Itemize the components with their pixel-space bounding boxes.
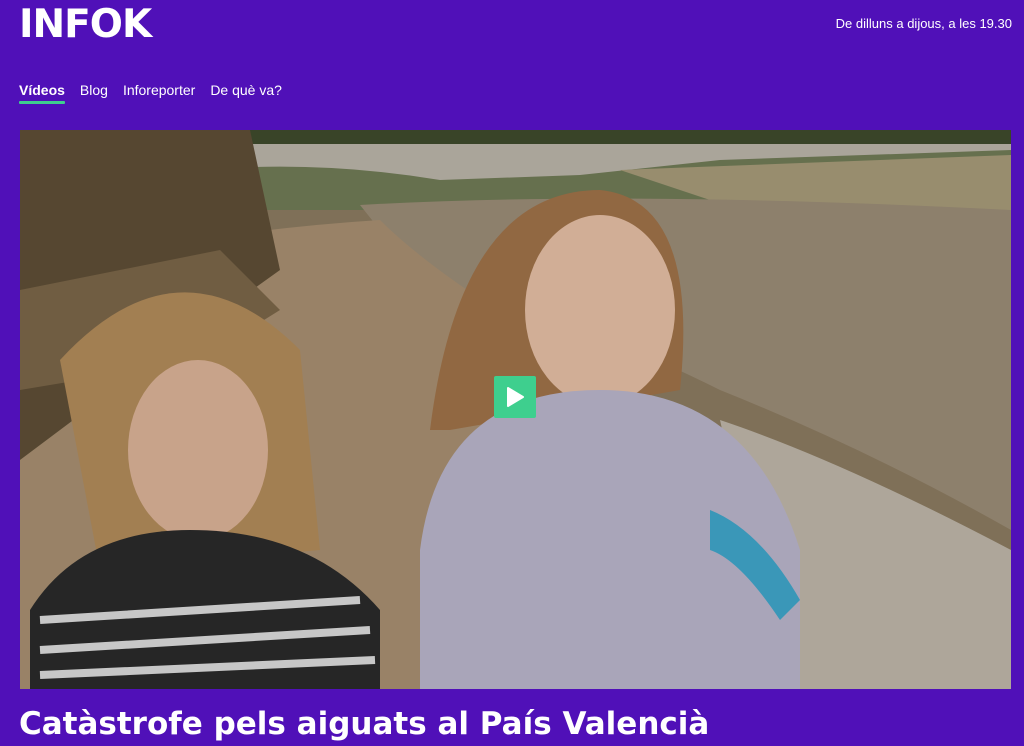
site-header: INFOK De dilluns a dijous, a les 19.30 bbox=[0, 0, 1024, 60]
nav-item-blog[interactable]: Blog bbox=[80, 82, 108, 102]
main-nav: Vídeos Blog Inforeporter De què va? bbox=[19, 82, 282, 104]
play-button[interactable] bbox=[494, 376, 536, 418]
video-player[interactable] bbox=[20, 130, 1011, 689]
nav-item-videos[interactable]: Vídeos bbox=[19, 82, 65, 104]
nav-item-inforeporter[interactable]: Inforeporter bbox=[123, 82, 195, 102]
nav-item-about[interactable]: De què va? bbox=[210, 82, 282, 102]
schedule-text: De dilluns a dijous, a les 19.30 bbox=[835, 16, 1012, 31]
play-icon bbox=[507, 387, 524, 407]
logo[interactable]: INFOK bbox=[19, 2, 152, 47]
article-title: Catàstrofe pels aiguats al País Valencià bbox=[19, 706, 710, 742]
